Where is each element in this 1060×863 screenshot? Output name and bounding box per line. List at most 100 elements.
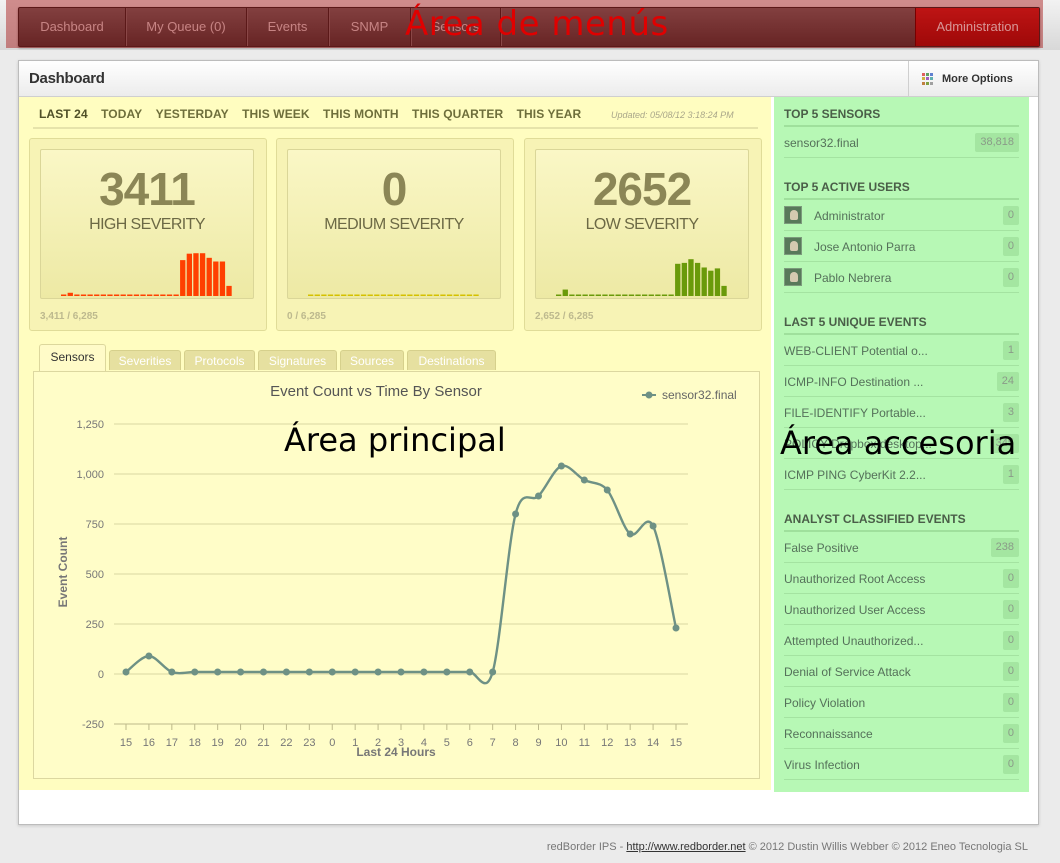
period-yesterday[interactable]: YESTERDAY (156, 107, 229, 121)
period-this-year[interactable]: THIS YEAR (517, 107, 582, 121)
list-item[interactable]: Policy Violation 0 (784, 687, 1019, 718)
count-badge: 0 (1002, 600, 1019, 619)
legend-label[interactable]: sensor32.final (662, 388, 737, 402)
tab-sources[interactable]: Sources (340, 350, 404, 370)
main-area: LAST 24 TODAY YESTERDAY THIS WEEK THIS M… (19, 97, 771, 790)
list-item[interactable]: Administrator 0 (784, 200, 1019, 231)
side-area-label: Área accesoria (780, 424, 1017, 462)
data-point[interactable] (374, 668, 382, 676)
sparkline-bar (133, 294, 140, 296)
sparkline-bar (714, 268, 721, 296)
low-severity-label: LOW SEVERITY (585, 216, 699, 233)
tab-destinations[interactable]: Destinations (407, 350, 496, 370)
period-this-quarter[interactable]: THIS QUARTER (412, 107, 503, 121)
tab-sensors[interactable]: Sensors (39, 344, 106, 371)
sparkline-bar (166, 294, 173, 296)
footer: redBorder IPS - http://www.redborder.net… (547, 841, 1028, 853)
data-point[interactable] (512, 510, 520, 518)
count-badge: 38,818 (975, 133, 1019, 152)
data-point[interactable] (397, 668, 405, 676)
sparkline-bar (394, 294, 400, 296)
data-point[interactable] (305, 668, 313, 676)
count-badge: 0 (1002, 569, 1019, 588)
data-point[interactable] (672, 624, 680, 632)
y-tick-label: 250 (86, 619, 104, 631)
data-point[interactable] (122, 668, 130, 676)
list-item-label: Jose Antonio Parra (814, 240, 916, 254)
sparkline-bar (367, 294, 373, 296)
list-item[interactable]: Unauthorized User Access 0 (784, 594, 1019, 625)
list-item[interactable]: ICMP PING CyberKit 2.2... 1 (784, 459, 1019, 490)
data-point[interactable] (466, 668, 474, 676)
low-severity-card[interactable]: 2652 LOW SEVERITY 2,652 / 6,285 (524, 138, 762, 331)
y-tick-label: 1,250 (76, 419, 104, 431)
list-item[interactable]: Unauthorized Root Access 0 (784, 563, 1019, 594)
data-point[interactable] (260, 668, 267, 676)
list-item[interactable]: sensor32.final 38,818 (784, 127, 1019, 158)
period-this-month[interactable]: THIS MONTH (323, 107, 399, 121)
period-today[interactable]: TODAY (101, 107, 142, 121)
data-point[interactable] (603, 486, 611, 494)
list-item[interactable]: Reconnaissance 0 (784, 718, 1019, 749)
list-item-label: FILE-IDENTIFY Portable... (784, 406, 926, 420)
tab-protocols[interactable]: Protocols (184, 350, 255, 370)
sparkline-bar (569, 294, 575, 296)
avatar (784, 237, 802, 255)
list-item-label: Unauthorized Root Access (784, 572, 926, 586)
more-options-button[interactable]: More Options (908, 61, 1038, 96)
sparkline-bar (453, 294, 459, 296)
count-badge: 24 (996, 372, 1019, 391)
data-point[interactable] (580, 476, 588, 484)
period-filter: LAST 24 TODAY YESTERDAY THIS WEEK THIS M… (39, 107, 591, 121)
data-point[interactable] (649, 522, 657, 530)
list-item[interactable]: Pablo Nebrera 0 (784, 262, 1019, 293)
data-point[interactable] (420, 668, 428, 676)
count-badge: 1 (1002, 341, 1019, 360)
data-point[interactable] (489, 668, 497, 676)
data-point[interactable] (351, 668, 359, 676)
sparkline-bar (420, 294, 426, 296)
sparkline-bar (334, 294, 340, 296)
data-point[interactable] (443, 668, 451, 676)
sparkline-bar (466, 294, 473, 296)
data-point[interactable] (535, 492, 542, 500)
tab-signatures[interactable]: Signatures (258, 350, 337, 370)
data-point[interactable] (191, 668, 199, 676)
list-item[interactable]: WEB-CLIENT Potential o... 1 (784, 335, 1019, 366)
footer-link[interactable]: http://www.redborder.net (626, 841, 745, 853)
sparkline-bar (427, 294, 433, 296)
side-section-title: LAST 5 UNIQUE EVENTS (784, 315, 927, 329)
high-severity-card[interactable]: 3411 HIGH SEVERITY 3,411 / 6,285 (29, 138, 267, 331)
list-item[interactable]: False Positive 238 (784, 532, 1019, 563)
high-severity-label: HIGH SEVERITY (89, 216, 205, 233)
list-item-label: False Positive (784, 541, 859, 555)
data-point[interactable] (214, 668, 222, 676)
data-point[interactable] (328, 668, 336, 676)
data-point[interactable] (168, 668, 176, 676)
sparkline-bar (582, 294, 588, 296)
data-point[interactable] (626, 530, 634, 538)
list-item[interactable]: Jose Antonio Parra 0 (784, 231, 1019, 262)
period-last-24[interactable]: LAST 24 (39, 107, 88, 121)
data-point[interactable] (557, 462, 565, 470)
x-tick-label: 20 (234, 737, 246, 749)
sparkline-bar (213, 261, 219, 296)
list-item-label: Virus Infection (784, 758, 860, 772)
data-point[interactable] (237, 668, 245, 676)
list-item-label: Policy Violation (784, 696, 866, 710)
sparkline-bar (655, 294, 661, 296)
sparkline-bar (661, 294, 668, 296)
list-item[interactable]: Attempted Unauthorized... 0 (784, 625, 1019, 656)
tab-severities[interactable]: Severities (109, 350, 181, 370)
medium-severity-card[interactable]: 0 MEDIUM SEVERITY 0 / 6,285 (276, 138, 514, 331)
sparkline-bar (94, 294, 100, 296)
data-point[interactable] (145, 652, 153, 660)
count-badge: 0 (1002, 724, 1019, 743)
data-point[interactable] (282, 668, 290, 676)
list-item[interactable]: Virus Infection 0 (784, 749, 1019, 780)
list-item[interactable]: Denial of Service Attack 0 (784, 656, 1019, 687)
sparkline-bar (347, 294, 354, 296)
period-this-week[interactable]: THIS WEEK (242, 107, 310, 121)
list-item[interactable]: ICMP-INFO Destination ... 24 (784, 366, 1019, 397)
sparkline-bar (341, 294, 347, 296)
